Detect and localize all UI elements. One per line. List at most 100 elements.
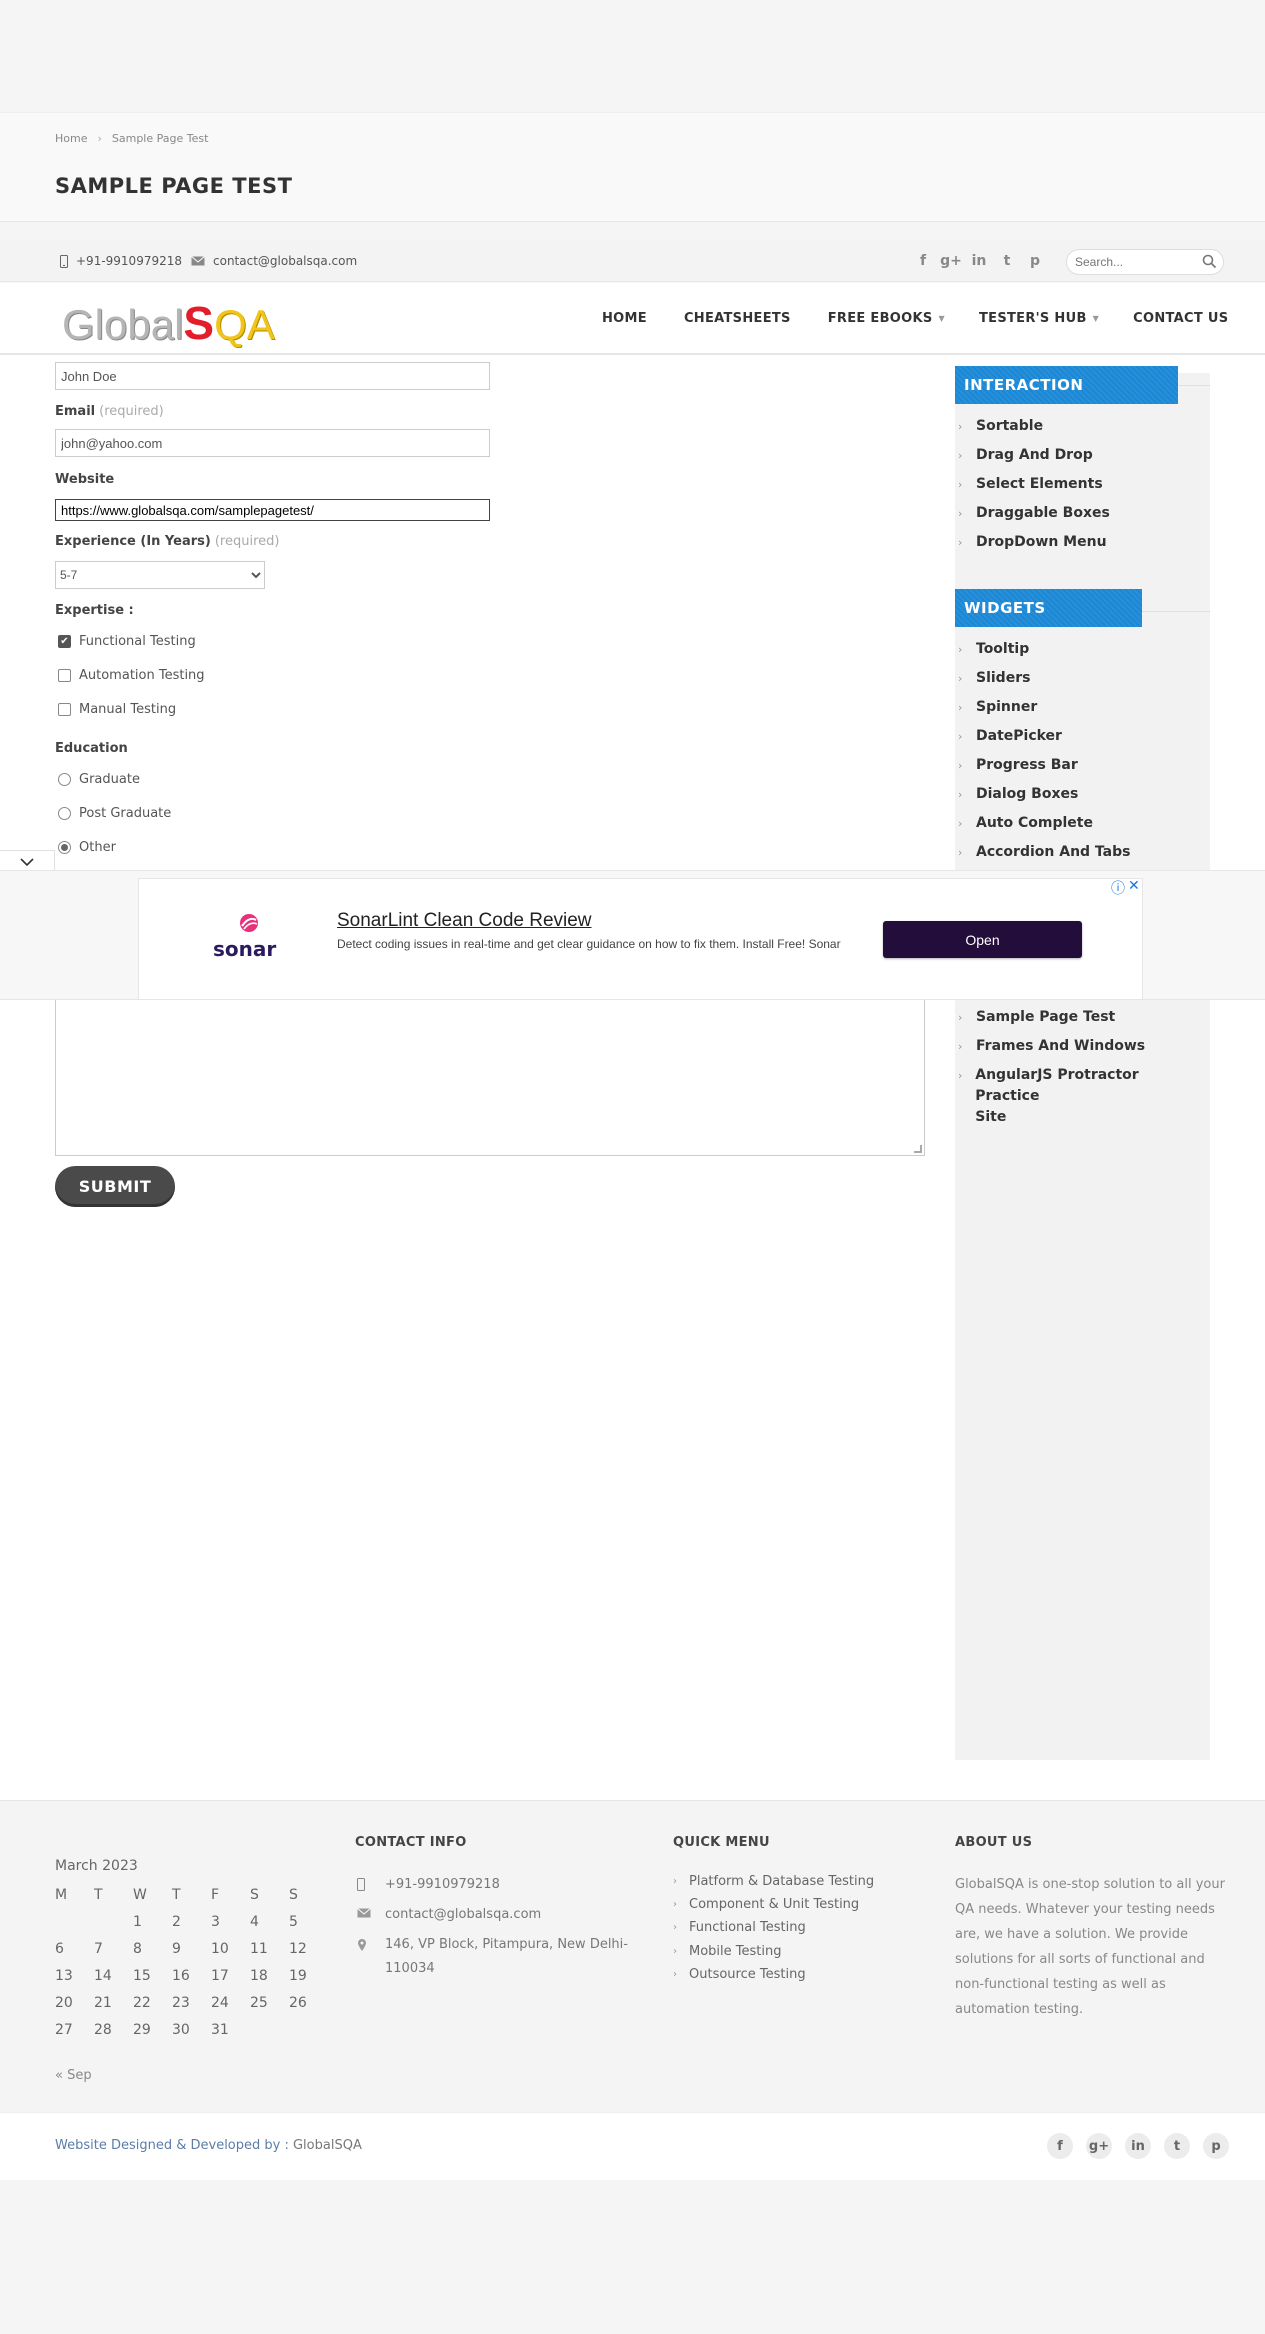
sidebar-item-label: Frames And Windows: [976, 1038, 1146, 1054]
calendar-day: 25: [250, 1994, 268, 2011]
ad-title[interactable]: SonarLint Clean Code Review: [337, 910, 592, 932]
expertise-label: Expertise :: [55, 603, 134, 618]
breadcrumb-separator-icon: ›: [97, 132, 102, 145]
footer-social-links: f g+ in t p: [1047, 2133, 1229, 2159]
nav-testers-hub[interactable]: TESTER'S HUB ▼: [979, 311, 1099, 326]
experience-select[interactable]: 5-7: [55, 561, 265, 589]
footer-address-line2: 110034: [385, 1961, 435, 1976]
facebook-icon[interactable]: f: [1047, 2133, 1073, 2159]
site-logo[interactable]: GlobalSQA: [62, 296, 275, 350]
expertise-functional[interactable]: ✔ Functional Testing: [58, 634, 196, 649]
chevron-right-icon: ›: [673, 1946, 677, 1957]
nav-contact-us[interactable]: CONTACT US: [1133, 311, 1228, 326]
footer-quick-link[interactable]: › Mobile Testing: [673, 1944, 781, 1959]
footer-quick-link-label: Mobile Testing: [689, 1944, 782, 1959]
expertise-manual[interactable]: Manual Testing: [58, 702, 176, 717]
sidebar-item-select-elements[interactable]: › Select Elements: [958, 474, 1103, 495]
checkbox-icon[interactable]: [58, 669, 71, 682]
footer-about-text: GlobalSQA is one-stop solution to all yo…: [955, 1877, 1225, 2017]
topbar-search: [1066, 249, 1224, 275]
education-graduate[interactable]: Graduate: [58, 772, 140, 787]
education-other[interactable]: Other: [58, 840, 116, 855]
sidebar-item-dialog-boxes[interactable]: › Dialog Boxes: [958, 784, 1078, 805]
sidebar-item-label: Drag And Drop: [976, 447, 1093, 463]
education-post-graduate[interactable]: Post Graduate: [58, 806, 171, 821]
website-field[interactable]: [55, 499, 490, 521]
checkbox-checked-icon[interactable]: ✔: [58, 635, 71, 648]
facebook-icon[interactable]: f: [914, 252, 932, 270]
sidebar-item-spinner[interactable]: › Spinner: [958, 697, 1037, 718]
footer-phone: +91-9910979218: [357, 1873, 500, 1897]
name-field[interactable]: [55, 362, 490, 390]
sidebar-heading-widgets: WIDGETS: [955, 589, 1142, 627]
comment-textarea[interactable]: [55, 998, 925, 1156]
calendar-day: 6: [55, 1940, 64, 1957]
chevron-right-icon: ›: [958, 701, 963, 714]
calendar-day: 20: [55, 1994, 73, 2011]
expertise-functional-label: Functional Testing: [79, 634, 196, 649]
radio-icon[interactable]: [58, 773, 71, 786]
sidebar-item-label: AngularJS Protractor Practice Site: [975, 1065, 1198, 1128]
nav-home[interactable]: HOME: [602, 311, 647, 326]
search-input[interactable]: [1067, 250, 1187, 274]
calendar-day: 9: [172, 1940, 181, 1957]
chevron-right-icon: ›: [673, 1876, 677, 1887]
calendar-day: 1: [133, 1913, 142, 1930]
footer-quick-link[interactable]: › Component & Unit Testing: [673, 1897, 859, 1912]
sidebar-item-dropdown-menu[interactable]: › DropDown Menu: [958, 532, 1107, 553]
ad-info-icon[interactable]: ⓘ: [1111, 878, 1125, 898]
footer-email-text[interactable]: contact@globalsqa.com: [385, 1903, 541, 1927]
email-field[interactable]: [55, 429, 490, 457]
sidebar-item-label: Draggable Boxes: [976, 505, 1110, 521]
calendar-day-header: W: [133, 1886, 147, 1903]
chevron-right-icon: ›: [958, 1069, 963, 1082]
sidebar-item-tooltip[interactable]: › Tooltip: [958, 639, 1029, 660]
checkbox-icon[interactable]: [58, 703, 71, 716]
breadcrumb-home[interactable]: Home: [55, 132, 87, 145]
resize-handle-icon[interactable]: [914, 1145, 922, 1153]
sidebar-item-datepicker[interactable]: › DatePicker: [958, 726, 1062, 747]
sidebar-item-frames-and-windows[interactable]: › Frames And Windows: [958, 1036, 1145, 1057]
calendar-prev-link[interactable]: « Sep: [55, 2068, 92, 2083]
title-bar: [0, 112, 1265, 222]
radio-selected-icon[interactable]: [58, 841, 71, 854]
nav-cheatsheets[interactable]: CHEATSHEETS: [684, 311, 791, 326]
pinterest-icon[interactable]: p: [1026, 252, 1044, 270]
google-plus-icon[interactable]: g+: [1086, 2133, 1112, 2159]
google-plus-icon[interactable]: g+: [940, 252, 962, 270]
sidebar-item-sliders[interactable]: › Sliders: [958, 668, 1030, 689]
nav-free-ebooks[interactable]: FREE EBOOKS ▼: [828, 311, 945, 326]
sonar-logo-icon: [236, 912, 262, 939]
twitter-icon[interactable]: t: [1164, 2133, 1190, 2159]
ad-open-button[interactable]: Open: [883, 921, 1082, 958]
radio-icon[interactable]: [58, 807, 71, 820]
calendar-day: 5: [289, 1913, 298, 1930]
search-icon[interactable]: [1202, 254, 1217, 274]
sidebar-item-drag-and-drop[interactable]: › Drag And Drop: [958, 445, 1093, 466]
topbar-email-text[interactable]: contact@globalsqa.com: [213, 254, 357, 268]
footer-quick-link[interactable]: › Outsource Testing: [673, 1967, 806, 1982]
credit-name[interactable]: GlobalSQA: [293, 2138, 362, 2153]
calendar-day: [94, 1908, 133, 1935]
ad-close-icon[interactable]: ✕: [1128, 878, 1140, 894]
submit-button[interactable]: SUBMIT: [55, 1166, 175, 1207]
expertise-automation[interactable]: Automation Testing: [58, 668, 205, 683]
footer-quick-link[interactable]: › Functional Testing: [673, 1920, 806, 1935]
calendar-day: [289, 2016, 328, 2043]
calendar-day: 4: [250, 1913, 259, 1930]
calendar-day-header: T: [94, 1886, 103, 1903]
linkedin-icon[interactable]: in: [1125, 2133, 1151, 2159]
sidebar-item-progress-bar[interactable]: › Progress Bar: [958, 755, 1078, 776]
sidebar-item-sample-page-test[interactable]: › Sample Page Test: [958, 1007, 1115, 1028]
twitter-icon[interactable]: t: [998, 252, 1016, 270]
sidebar-item-draggable-boxes[interactable]: › Draggable Boxes: [958, 503, 1110, 524]
pinterest-icon[interactable]: p: [1203, 2133, 1229, 2159]
sidebar-item-accordion-and-tabs[interactable]: › Accordion And Tabs: [958, 842, 1130, 863]
linkedin-icon[interactable]: in: [970, 252, 988, 270]
sidebar-item-sortable[interactable]: › Sortable: [958, 416, 1043, 437]
footer-quick-link[interactable]: › Platform & Database Testing: [673, 1874, 874, 1889]
website-label: Website: [55, 472, 115, 487]
sidebar-item-angularjs-protractor[interactable]: › AngularJS Protractor Practice Site: [958, 1065, 1198, 1128]
sidebar-item-auto-complete[interactable]: › Auto Complete: [958, 813, 1093, 834]
calendar-day: 21: [94, 1994, 112, 2011]
